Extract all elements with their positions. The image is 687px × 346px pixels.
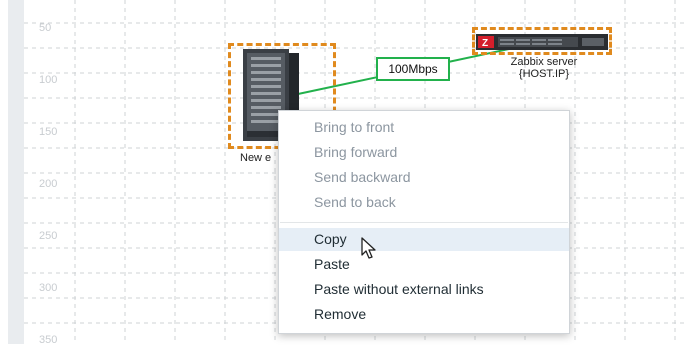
mouse-pointer-icon	[360, 236, 380, 265]
ruler-label-100: 100	[39, 74, 58, 86]
zabbix-server-name: Zabbix server	[510, 56, 578, 68]
map-canvas[interactable]: 50 100 150 200 250 300 350 New e Z Zabbi…	[0, 0, 687, 346]
rack-server-icon[interactable]: Z	[476, 32, 608, 57]
ruler-label-300: 300	[39, 282, 58, 294]
new-host-label: New e	[240, 152, 272, 164]
menu-item-bring-to-front[interactable]: Bring to front	[279, 116, 569, 139]
link-label[interactable]: 100Mbps	[376, 57, 450, 81]
menu-item-paste[interactable]: Paste	[279, 253, 569, 276]
ruler-label-50: 50	[39, 22, 52, 34]
menu-item-bring-forward[interactable]: Bring forward	[279, 141, 569, 164]
vertical-ruler	[8, 0, 24, 344]
ruler-label-350: 350	[39, 334, 58, 346]
svg-text:Z: Z	[482, 38, 488, 49]
ruler-label-200: 200	[39, 178, 58, 190]
menu-item-copy[interactable]: Copy	[279, 228, 569, 251]
context-menu: Bring to front Bring forward Send backwa…	[278, 110, 570, 334]
ruler-label-150: 150	[39, 126, 58, 138]
menu-item-remove[interactable]: Remove	[279, 303, 569, 326]
zabbix-server-ip: {HOST.IP}	[518, 68, 570, 80]
menu-item-paste-without-external-links[interactable]: Paste without external links	[279, 278, 569, 301]
ruler-label-250: 250	[39, 230, 58, 242]
menu-separator	[280, 222, 568, 223]
menu-item-send-to-back[interactable]: Send to back	[279, 191, 569, 214]
menu-item-send-backward[interactable]: Send backward	[279, 166, 569, 189]
